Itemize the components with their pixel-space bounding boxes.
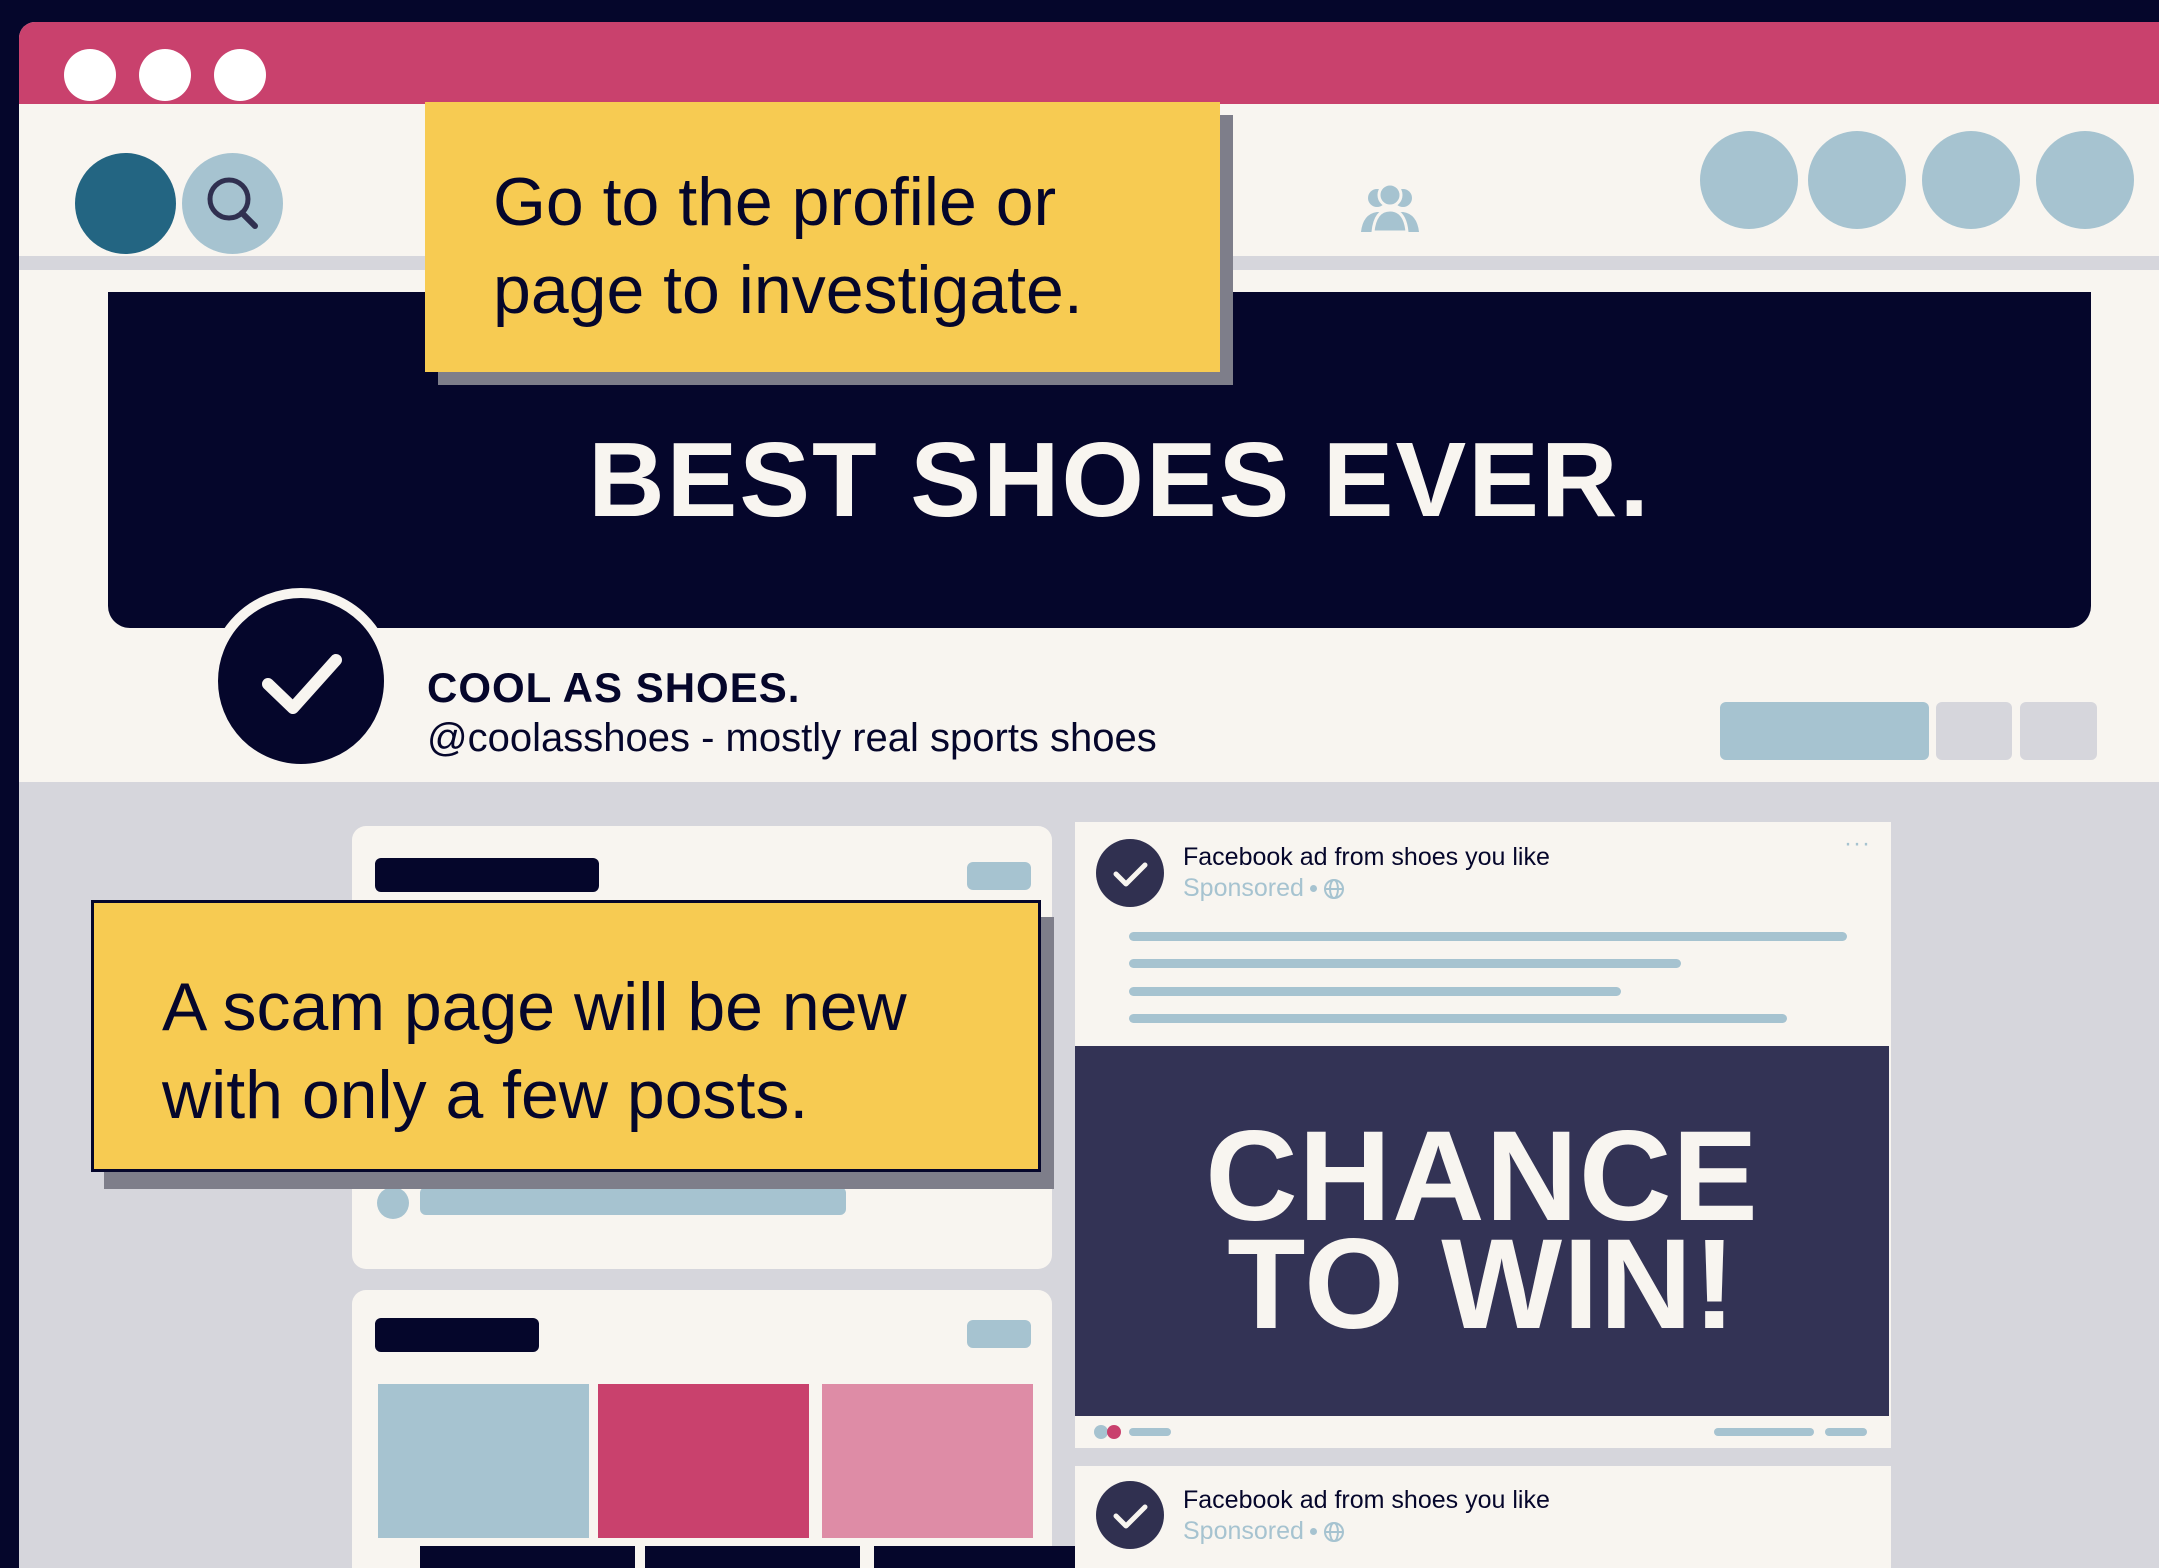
globe-icon: [1323, 878, 1344, 899]
photo-caption-bar: [420, 1546, 635, 1568]
profile-more-button[interactable]: [2020, 702, 2097, 760]
nav-circle-1[interactable]: [1700, 131, 1798, 229]
sponsored-label: Sponsored: [1183, 1517, 1304, 1545]
ad-menu-icon[interactable]: ···: [1844, 830, 1871, 858]
profile-secondary-button[interactable]: [1936, 702, 2012, 760]
profile-callout: Go to the profile or page to investigate…: [425, 102, 1220, 372]
profile-action-button[interactable]: [1720, 702, 1929, 760]
search-icon: [207, 177, 258, 229]
reaction-dot: [1107, 1425, 1121, 1439]
ad-image[interactable]: CHANCE TO WIN!: [1075, 1046, 1889, 1416]
ad-image-line-2: TO WIN!: [1227, 1213, 1737, 1356]
post-tag: [967, 862, 1031, 890]
check-icon: [1113, 862, 1148, 887]
ad-text-line: [1129, 1014, 1787, 1023]
callout-line: with only a few posts.: [162, 1057, 809, 1133]
ad-text-line: [1129, 932, 1847, 941]
photo-caption-bar: [645, 1546, 860, 1568]
reaction-count-bar: [1129, 1428, 1171, 1436]
scam-callout: A scam page will be new with only a few …: [91, 900, 1041, 1172]
photo-thumbnail[interactable]: [598, 1384, 809, 1538]
profile-handle: @coolasshoes - mostly real sports shoes: [427, 716, 1157, 760]
nav-circle-3[interactable]: [1922, 131, 2020, 229]
nav-circle-4[interactable]: [2036, 131, 2134, 229]
reaction-dot: [1094, 1425, 1108, 1439]
post-author-bar: [375, 1318, 539, 1352]
comment-bar: [420, 1187, 846, 1215]
home-circle-icon[interactable]: [75, 153, 176, 254]
separator-dot: [1309, 885, 1317, 892]
check-icon: [1113, 1504, 1148, 1529]
ad-text-line: [1129, 987, 1621, 996]
people-group-icon[interactable]: [1355, 182, 1425, 236]
banner-text: BEST SHOES EVER.: [588, 420, 1651, 539]
ad-meta: Sponsored: [1183, 1517, 1345, 1546]
photo-caption-bar: [874, 1546, 1089, 1568]
window-minimize-dot[interactable]: [139, 49, 191, 101]
window-maximize-dot[interactable]: [214, 49, 266, 101]
ad-avatar[interactable]: [1096, 1481, 1164, 1549]
separator-dot: [1309, 1528, 1317, 1535]
callout-line: Go to the profile or: [493, 164, 1057, 240]
post-tag: [967, 1320, 1031, 1348]
profile-avatar[interactable]: [208, 588, 394, 774]
sponsored-label: Sponsored: [1183, 874, 1304, 902]
ad-title[interactable]: Facebook ad from shoes you like: [1183, 843, 1550, 872]
window-close-dot[interactable]: [64, 49, 116, 101]
photo-thumbnail[interactable]: [378, 1384, 589, 1538]
globe-icon: [1323, 1521, 1344, 1542]
ad-title[interactable]: Facebook ad from shoes you like: [1183, 1486, 1550, 1515]
check-icon: [262, 654, 342, 714]
photo-thumbnail[interactable]: [822, 1384, 1033, 1538]
comment-count-bar: [1714, 1428, 1814, 1436]
ad-avatar[interactable]: [1096, 839, 1164, 907]
callout-line: page to investigate.: [493, 252, 1083, 328]
post-author-bar: [375, 858, 599, 892]
ad-meta: Sponsored: [1183, 874, 1345, 903]
callout-line: A scam page will be new: [162, 969, 907, 1045]
profile-name: COOL AS SHOES.: [427, 664, 801, 711]
comment-avatar: [377, 1187, 409, 1219]
search-button[interactable]: [182, 153, 283, 254]
share-count-bar: [1825, 1428, 1867, 1436]
ad-text-line: [1129, 959, 1681, 968]
nav-circle-2[interactable]: [1808, 131, 1906, 229]
